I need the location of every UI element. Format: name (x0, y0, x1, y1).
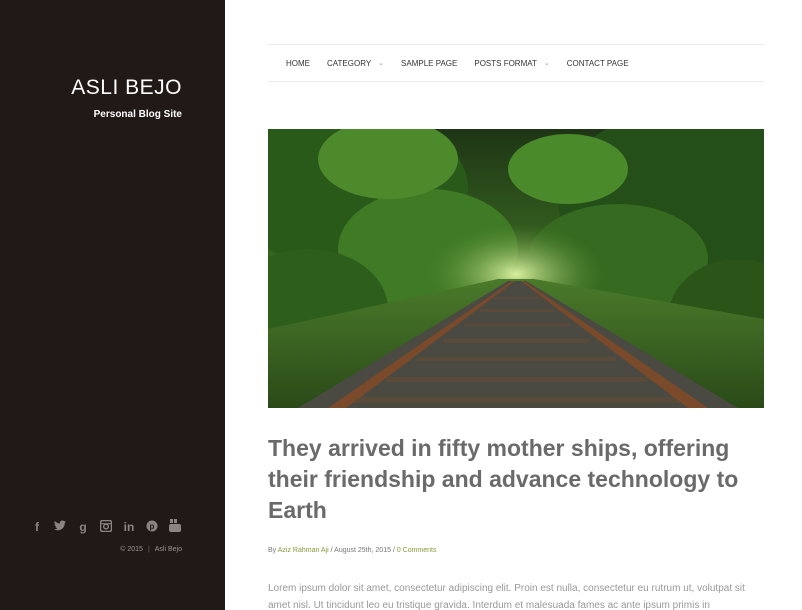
site-tagline: Personal Blog Site (93, 109, 182, 120)
nav-item-contact-page[interactable]: CONTACT PAGE (567, 59, 629, 68)
post-date: / August 25th, 2015 / (328, 547, 397, 554)
post-title[interactable]: They arrived in fifty mother ships, offe… (268, 433, 768, 526)
chevron-down-icon: ⌄ (543, 60, 550, 67)
sidebar: ASLI BEJO Personal Blog Site f g in p © … (0, 0, 225, 610)
railway-forest-image (268, 129, 764, 408)
nav-item-category[interactable]: CATEGORY ⌄ (327, 59, 384, 68)
nav-item-label: CONTACT PAGE (566, 58, 629, 68)
featured-image[interactable] (268, 129, 764, 408)
pinterest-icon[interactable]: p (146, 520, 158, 535)
youtube-icon[interactable] (169, 519, 181, 535)
svg-text:p: p (150, 522, 155, 531)
linkedin-icon[interactable]: in (123, 520, 135, 534)
nav-item-label: CATEGORY (327, 58, 372, 68)
instagram-icon[interactable] (99, 519, 113, 535)
nav-item-label: HOME (286, 58, 310, 68)
nav-item-sample-page[interactable]: SAMPLE PAGE (401, 59, 457, 68)
nav-item-label: SAMPLE PAGE (401, 58, 458, 68)
facebook-icon[interactable]: f (31, 520, 43, 534)
meta-by: By (268, 547, 277, 554)
main-nav: HOME CATEGORY ⌄ SAMPLE PAGE POSTS FORMAT… (268, 44, 764, 82)
nav-item-home[interactable]: HOME (286, 59, 310, 68)
comments-link[interactable]: 0 Comments (397, 547, 437, 554)
copyright: © 2015 | Asli Bejo (120, 546, 182, 553)
copyright-separator: | (147, 546, 150, 553)
post-excerpt: Lorem ipsum dolor sit amet, consectetur … (268, 583, 745, 610)
copyright-year: © 2015 (120, 546, 143, 553)
post-meta: By Aziz Rahman Aji / August 25th, 2015 /… (268, 547, 437, 554)
social-links: f g in p (31, 519, 181, 535)
googleplus-icon[interactable]: g (77, 520, 89, 534)
nav-item-posts-format[interactable]: POSTS FORMAT ⌄ (474, 59, 549, 68)
post-author-link[interactable]: Aziz Rahman Aji (278, 547, 329, 554)
copyright-author[interactable]: Asli Bejo (155, 546, 182, 553)
nav-item-label: POSTS FORMAT (474, 58, 537, 68)
chevron-down-icon: ⌄ (378, 60, 385, 67)
twitter-icon[interactable] (54, 520, 66, 534)
site-title[interactable]: ASLI BEJO (71, 76, 182, 100)
